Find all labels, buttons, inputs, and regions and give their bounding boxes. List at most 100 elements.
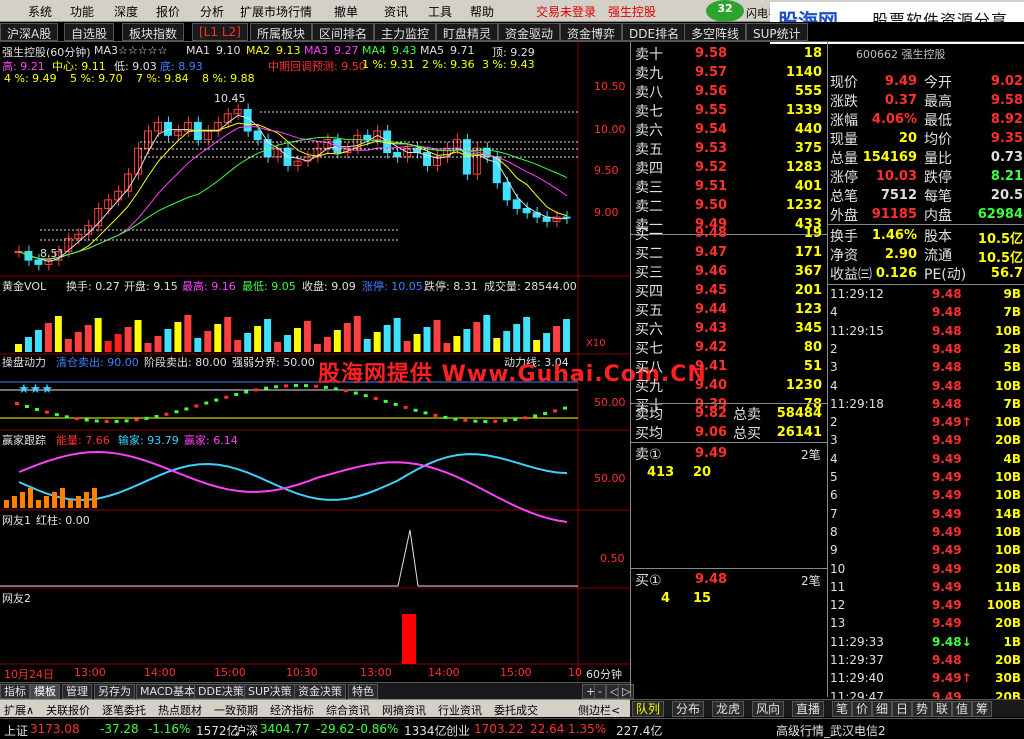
buy-level-row[interactable]: 买二 9.47 171 <box>631 243 828 262</box>
tab-general-info[interactable]: 综合资讯 <box>326 702 370 718</box>
tab-sup-decision[interactable]: SUP决策 <box>244 684 296 699</box>
tab-feature[interactable]: 特色 <box>348 684 378 699</box>
tab-indicator[interactable]: 指标 <box>0 684 30 699</box>
notification-badge[interactable]: 32 <box>706 0 744 22</box>
menu-cancel-order[interactable]: 撤单 <box>334 3 358 20</box>
buy-level-row[interactable]: 买四 9.45 201 <box>631 281 828 300</box>
buy-level-row[interactable]: 买一 9.48 19 <box>631 224 828 243</box>
menu-system[interactable]: 系统 <box>28 3 52 20</box>
tick-time: 11:29:37 <box>830 653 884 667</box>
sell-level-row[interactable]: 卖九 9.57 1140 <box>631 63 828 82</box>
buy-level-name: 买五 <box>635 303 663 319</box>
tick-divider <box>828 284 1024 285</box>
buy-level-row[interactable]: 买九 9.40 1230 <box>631 376 828 395</box>
tab-l1-l2[interactable]: [L1 L2] <box>192 23 248 41</box>
tab-template[interactable]: 模板 <box>30 684 60 699</box>
sell-level-price: 9.52 <box>695 160 728 175</box>
tab-economic[interactable]: 经济指标 <box>270 702 314 718</box>
tab-save-as[interactable]: 另存为 <box>94 684 135 699</box>
sell-level-row[interactable]: 卖七 9.55 1339 <box>631 101 828 120</box>
sell-level-volume: 1140 <box>785 65 822 80</box>
detail-tab[interactable]: 细 <box>872 701 893 717</box>
menu-depth[interactable]: 深度 <box>114 3 138 20</box>
detail-tab[interactable]: 分布 <box>672 701 705 717</box>
sell-level-volume: 1232 <box>785 198 822 213</box>
menu-help[interactable]: 帮助 <box>470 3 494 20</box>
tab-macd-basic[interactable]: MACD基本 <box>136 684 199 699</box>
tab-order-by-order[interactable]: 逐笔委托 <box>102 702 146 718</box>
menu-function[interactable]: 功能 <box>70 3 94 20</box>
menu-tools[interactable]: 工具 <box>428 3 452 20</box>
buy-level-row[interactable]: 买六 9.43 345 <box>631 319 828 338</box>
buy-level-volume: 367 <box>794 264 822 279</box>
sell-level-volume: 440 <box>794 122 822 137</box>
detail-tab[interactable]: 风向 <box>752 701 785 717</box>
detail-tab[interactable]: 值 <box>952 701 973 717</box>
buy-level-row[interactable]: 买八 9.41 51 <box>631 357 828 376</box>
tab-extend[interactable]: 扩展∧ <box>4 702 34 718</box>
menu-info[interactable]: 资讯 <box>384 3 408 20</box>
buy-level-row[interactable]: 买三 9.46 367 <box>631 262 828 281</box>
tab-order-filled[interactable]: 委托成交 <box>494 702 538 718</box>
tab-manage[interactable]: 管理 <box>62 684 92 699</box>
tab-fund-game[interactable]: 资金博弈 <box>560 23 623 41</box>
detail-tab[interactable]: 筹 <box>972 701 993 717</box>
sell1-queue-row[interactable]: 卖① 9.49 2笔 <box>631 444 828 463</box>
tab-watchlist[interactable]: 自选股 <box>64 23 115 41</box>
sell-level-row[interactable]: 卖五 9.53 375 <box>631 139 828 158</box>
sell-level-row[interactable]: 卖三 9.51 401 <box>631 177 828 196</box>
tab-fund-decision[interactable]: 资金决策 <box>294 684 346 699</box>
server-status[interactable]: 高级行情_武汉电信2 <box>776 722 886 739</box>
tab-main-monitor[interactable]: 主力监控 <box>374 23 437 41</box>
volume-bar <box>264 319 272 352</box>
detail-tab[interactable]: 价 <box>852 701 873 717</box>
detail-tab[interactable]: 龙虎 <box>712 701 745 717</box>
sell-level-row[interactable]: 卖六 9.54 440 <box>631 120 828 139</box>
sell-level-row[interactable]: 卖八 9.56 555 <box>631 82 828 101</box>
tab-sidebar[interactable]: 侧边栏< <box>578 702 620 718</box>
winner-axis: 50.00 <box>594 472 626 485</box>
volume-bar <box>373 332 381 352</box>
vol-close: 收盘: 9.09 <box>302 280 356 293</box>
tab-hot-topics[interactable]: 热点题材 <box>158 702 202 718</box>
sell-level-row[interactable]: 卖二 9.50 1232 <box>631 196 828 215</box>
tab-dde-rank[interactable]: DDE排名 <box>622 23 687 41</box>
buy-level-row[interactable]: 买七 9.42 80 <box>631 338 828 357</box>
detail-tab[interactable]: 队列 <box>632 701 665 717</box>
detail-tab[interactable]: 直播 <box>792 701 825 717</box>
tab-related-quote[interactable]: 关联报价 <box>46 702 90 718</box>
sell-level-row[interactable]: 卖十 9.58 18 <box>631 44 828 63</box>
tab-dde-decision[interactable]: DDE决策 <box>194 684 248 699</box>
buy-level-name: 买八 <box>635 360 663 376</box>
buy1-queue-row[interactable]: 买① 9.48 2笔 <box>631 570 828 589</box>
period-label[interactable]: 60分钟 <box>586 666 622 682</box>
volume-bar <box>403 341 411 352</box>
power-dot <box>94 419 99 423</box>
tab-web-info[interactable]: 网摘资讯 <box>382 702 426 718</box>
menu-analysis[interactable]: 分析 <box>200 3 224 20</box>
detail-tab[interactable]: 笔 <box>832 701 853 717</box>
vol-limit-up: 涨停: 10.05 <box>362 280 423 293</box>
tab-sector[interactable]: 所属板块 <box>250 23 313 41</box>
sell-level-row[interactable]: 卖四 9.52 1283 <box>631 158 828 177</box>
quote-value: 4.06% <box>871 112 917 127</box>
trade-status[interactable]: 交易未登录 <box>536 3 596 20</box>
tab-fund-drive[interactable]: 资金驱动 <box>498 23 561 41</box>
tab-range-rank[interactable]: 区间排名 <box>312 23 375 41</box>
tab-bull-bear[interactable]: 多空阵线 <box>684 23 747 41</box>
tab-hs-ashare[interactable]: 沪深A股 <box>0 23 59 41</box>
detail-tab[interactable]: 联 <box>932 701 953 717</box>
tab-sector-index[interactable]: 板块指数 <box>122 23 185 41</box>
zoom-out-button[interactable]: - <box>594 684 606 699</box>
tab-consensus[interactable]: 一致预期 <box>214 702 258 718</box>
detail-tab[interactable]: 日 <box>892 701 913 717</box>
buy-level-row[interactable]: 买五 9.44 123 <box>631 300 828 319</box>
quote-row: 外盘 91185 内盘 62984 <box>828 205 1024 224</box>
tab-watch-genie[interactable]: 盯盘精灵 <box>436 23 499 41</box>
tab-sup-stats[interactable]: SUP统计 <box>746 23 808 41</box>
tab-industry-info[interactable]: 行业资讯 <box>438 702 482 718</box>
detail-tab[interactable]: 势 <box>912 701 933 717</box>
menu-quote[interactable]: 报价 <box>156 3 180 20</box>
quote-value: 1.46% <box>871 228 917 243</box>
menu-extended-market[interactable]: 扩展市场行情 <box>240 3 312 20</box>
